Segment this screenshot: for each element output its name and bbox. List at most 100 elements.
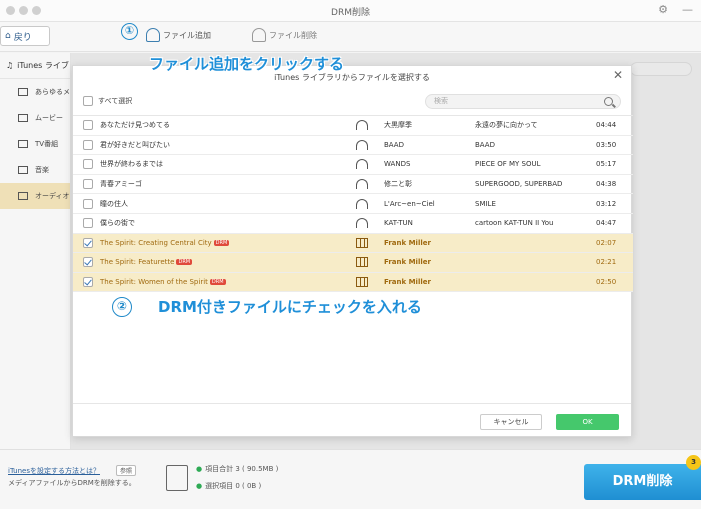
table-row[interactable]: 青春アミーゴ 修二と彰 SUPERGOOD, SUPERBAD 04:38 xyxy=(73,175,633,195)
sidebar-item-tv[interactable]: TV番組 xyxy=(0,131,70,157)
row-artist: Frank Miller xyxy=(384,238,431,247)
sidebar-item-label: あらゆるメデ xyxy=(35,88,70,96)
row-title-text: 世界が終わるまでは xyxy=(100,160,163,169)
search-icon[interactable] xyxy=(604,97,613,106)
table-row[interactable]: 僕らの街で KAT-TUN cartoon KAT-TUN II You 04:47 xyxy=(73,214,633,234)
row-title: 瞳の住人 xyxy=(100,199,128,209)
headphones-icon xyxy=(356,159,368,170)
table-row[interactable]: The Spirit: Creating Central City DRM Fran… xyxy=(73,233,633,254)
sidebar-item-movies[interactable]: ムービー xyxy=(0,105,70,131)
total-items: ● 項目合計 3 ( 90.5MB ) xyxy=(196,465,279,473)
gear-icon[interactable]: ⚙ xyxy=(658,3,668,16)
sidebar-header[interactable]: ♫ iTunes ライブラ xyxy=(0,53,70,79)
drm-count-badge: 3 xyxy=(686,455,701,470)
row-artist: KAT-TUN xyxy=(384,219,413,228)
help-button[interactable]: 参照 xyxy=(116,465,137,476)
table-row[interactable]: The Spirit: Featurette DRM Frank Miller 02:… xyxy=(73,253,633,273)
back-button[interactable]: ⌂ 戻り xyxy=(0,26,50,46)
minimize-icon[interactable]: — xyxy=(682,3,693,16)
row-title-text: あなただけ見つめてる xyxy=(100,121,170,130)
table-row[interactable]: 瞳の住人 L'Arc~en~Ciel SMILE 03:12 xyxy=(73,194,633,214)
row-title: あなただけ見つめてる xyxy=(100,120,170,130)
select-all-label: すべて選択 xyxy=(98,97,133,105)
drm-badge: DRM xyxy=(176,259,193,266)
table-row[interactable]: あなただけ見つめてる 大黒摩季 永遠の夢に向かって 04:44 xyxy=(73,116,633,136)
table-row[interactable]: The Spirit: Women of the Spirit DRM Frank … xyxy=(73,272,633,293)
sidebar-item-music[interactable]: 音楽 xyxy=(0,157,70,183)
row-title: 青春アミーゴ xyxy=(100,179,142,189)
row-artist: Frank Miller xyxy=(384,258,431,267)
audiobook-icon xyxy=(18,192,28,200)
row-checkbox[interactable] xyxy=(83,139,93,150)
row-title: The Spirit: Creating Central City DRM xyxy=(100,238,230,247)
row-album: PIECE OF MY SOUL xyxy=(475,160,541,169)
row-checkbox[interactable] xyxy=(83,237,93,248)
tv-icon xyxy=(18,140,28,148)
headphones-icon xyxy=(356,179,368,190)
toolbar: ⌂ 戻り ① ファイル追加 ファイル削除 xyxy=(0,22,701,52)
selected-items: ● 選択項目 0 ( 0B ) xyxy=(196,482,262,490)
sidebar-item-audiobooks[interactable]: オーディオブ xyxy=(0,183,70,209)
row-duration: 04:47 xyxy=(596,219,617,228)
row-title: The Spirit: Featurette DRM xyxy=(100,258,193,267)
row-duration: 02:07 xyxy=(596,238,617,247)
film-icon xyxy=(356,237,368,248)
headphones-icon xyxy=(356,198,368,209)
dialog-search-input[interactable]: 検索 xyxy=(425,94,621,109)
cancel-button[interactable]: キャンセル xyxy=(480,414,542,430)
row-title: 世界が終わるまでは xyxy=(100,159,163,169)
row-checkbox[interactable] xyxy=(83,179,93,190)
search-placeholder: 検索 xyxy=(434,97,448,105)
select-all[interactable]: すべて選択 xyxy=(83,96,132,106)
dialog-footer: キャンセル OK xyxy=(73,403,631,438)
row-checkbox[interactable] xyxy=(83,257,93,268)
row-title: The Spirit: Women of the Spirit DRM xyxy=(100,278,226,286)
titlebar-actions: ⚙ — xyxy=(658,3,693,16)
film-icon xyxy=(356,277,368,288)
sidebar-header-label: iTunes ライブラ xyxy=(17,61,70,70)
film-icon xyxy=(18,114,28,122)
step2-annotation: DRM付きファイルにチェックを入れる xyxy=(158,298,422,316)
ok-button[interactable]: OK xyxy=(556,414,619,430)
table-row[interactable]: 君が好きだと叫びたい BAAD BAAD 03:50 xyxy=(73,136,633,156)
row-duration: 02:21 xyxy=(596,258,617,267)
row-title-text: The Spirit: Featurette xyxy=(100,258,175,267)
drm-badge: DRM xyxy=(209,279,226,286)
row-title-text: The Spirit: Creating Central City xyxy=(100,238,212,247)
remove-file-button[interactable]: ファイル削除 xyxy=(252,28,317,42)
table-row[interactable]: 世界が終わるまでは WANDS PIECE OF MY SOUL 05:17 xyxy=(73,155,633,175)
row-checkbox[interactable] xyxy=(83,277,93,288)
row-duration: 04:38 xyxy=(596,180,617,189)
row-duration: 03:50 xyxy=(596,140,617,149)
row-title: 君が好きだと叫びたい xyxy=(100,140,170,150)
document-info-icon xyxy=(166,465,188,491)
row-duration: 02:50 xyxy=(596,278,617,287)
row-checkbox[interactable] xyxy=(83,159,93,170)
row-checkbox[interactable] xyxy=(83,218,93,229)
row-duration: 05:17 xyxy=(596,160,617,169)
headphones-icon xyxy=(356,139,368,150)
help-link[interactable]: iTunesを設定する方法とは？ xyxy=(8,466,100,476)
row-checkbox[interactable] xyxy=(83,120,93,131)
row-album: cartoon KAT-TUN II You xyxy=(475,219,554,228)
row-artist: 修二と彰 xyxy=(384,180,412,189)
add-file-label: ファイル追加 xyxy=(163,30,211,40)
sidebar-item-all-media[interactable]: あらゆるメデ xyxy=(0,79,70,105)
select-files-dialog: iTunes ライブラリからファイルを選択する ✕ すべて選択 検索 あなただけ… xyxy=(72,65,633,438)
select-all-checkbox[interactable] xyxy=(83,96,93,106)
drm-remove-button[interactable]: DRM削除 xyxy=(584,464,701,500)
sidebar-item-label: ムービー xyxy=(35,114,63,122)
music-note-icon: ♫ xyxy=(6,61,14,70)
step1-annotation: ファイル追加をクリックする xyxy=(149,55,345,73)
row-title-text: 僕らの街で xyxy=(100,219,135,228)
sidebar: ♫ iTunes ライブラ あらゆるメデ ムービー TV番組 音楽 オーディオブ xyxy=(0,53,71,449)
remove-lock-icon xyxy=(252,28,266,42)
row-checkbox[interactable] xyxy=(83,198,93,209)
row-title-text: The Spirit: Women of the Spirit xyxy=(100,278,208,287)
selected-items-label: 選択項目 0 ( 0B ) xyxy=(205,482,262,490)
row-duration: 03:12 xyxy=(596,199,617,208)
close-icon[interactable]: ✕ xyxy=(613,68,623,82)
row-album: SUPERGOOD, SUPERBAD xyxy=(475,180,563,189)
add-file-button[interactable]: ファイル追加 xyxy=(146,28,211,42)
sidebar-item-label: 音楽 xyxy=(35,166,49,174)
